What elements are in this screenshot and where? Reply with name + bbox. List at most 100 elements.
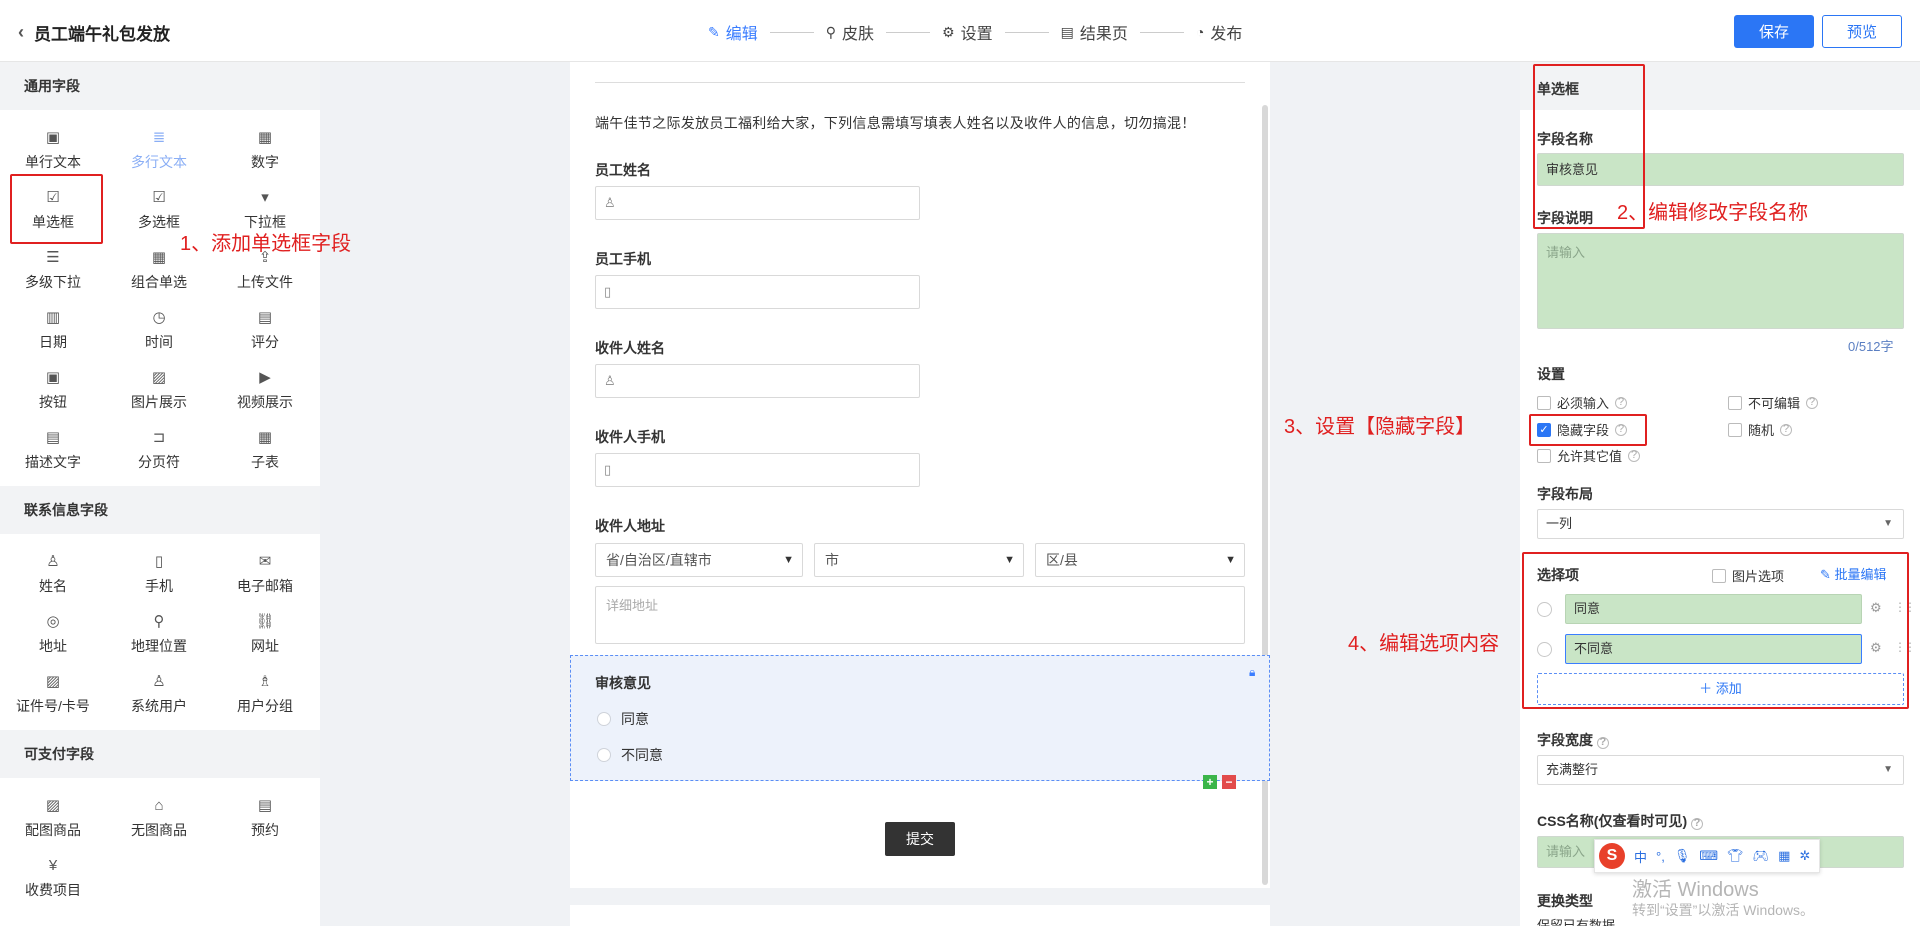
- tool-product-with-image[interactable]: ▨ 配图商品: [0, 788, 106, 848]
- tool-image-display[interactable]: ▨ 图片展示: [106, 360, 212, 420]
- width-label: 字段宽度 ?: [1537, 730, 1609, 750]
- help-icon[interactable]: ?: [1780, 423, 1793, 436]
- ime-toolbar[interactable]: S 中 °, 🎙︎ ⌨ 👕︎ 🎮︎ ▦ ✲: [1594, 839, 1820, 873]
- system-user-icon: ♙: [152, 673, 166, 690]
- tool-user-group[interactable]: ♗ 用户分组: [212, 664, 318, 724]
- tool-product-no-image[interactable]: ⌂ 无图商品: [106, 788, 212, 848]
- reservation-icon: ▤: [257, 797, 273, 814]
- microphone-icon[interactable]: 🎙︎: [1674, 848, 1691, 864]
- text-box-icon: ▣: [45, 129, 61, 146]
- step-divider: [1139, 31, 1184, 33]
- checkbox-box[interactable]: [1537, 395, 1551, 410]
- recipient-name-input[interactable]: ♙: [595, 364, 920, 398]
- employee-name-input[interactable]: ♙: [595, 186, 920, 220]
- radio-option-agree[interactable]: 同意: [597, 709, 649, 729]
- punctuation-icon[interactable]: °,: [1656, 849, 1665, 864]
- settings-label: 设置: [1537, 366, 1565, 382]
- remove-field-button[interactable]: −: [1222, 775, 1236, 789]
- calendar-icon: ▥: [45, 309, 61, 326]
- user-icon: ♙: [604, 195, 616, 210]
- user-icon: ♙: [46, 553, 60, 570]
- submit-button[interactable]: 提交: [885, 822, 955, 856]
- save-button[interactable]: 保存: [1734, 15, 1814, 48]
- tool-page-break[interactable]: ⊐ 分页符: [106, 420, 212, 480]
- section-title-payment: 可支付字段: [0, 730, 320, 778]
- tool-id-card[interactable]: ▨ 证件号/卡号: [0, 664, 106, 724]
- keyboard-icon[interactable]: ⌨: [1699, 848, 1718, 864]
- sogou-logo-icon: S: [1599, 843, 1625, 869]
- radio-circle[interactable]: [597, 748, 611, 762]
- tool-description-text[interactable]: ▤ 描述文字: [0, 420, 106, 480]
- link-icon: ⛓: [255, 613, 275, 630]
- checkbox-box[interactable]: [1728, 422, 1742, 437]
- field-desc-textarea[interactable]: 请输入: [1537, 233, 1904, 329]
- tool-url[interactable]: ⛓ 网址: [212, 604, 318, 664]
- step-settings[interactable]: ⚙ 设置: [942, 20, 993, 44]
- game-icon[interactable]: 🎮︎: [1753, 848, 1770, 864]
- top-bar: ‹ 员工端午礼包发放 ✎ 编辑 ⚲ 皮肤 ⚙ 设置 ▤ 结果页 ◔ 发布 保存 预览: [0, 0, 1920, 62]
- tool-phone[interactable]: ▯ 手机: [106, 544, 212, 604]
- help-icon[interactable]: ?: [1628, 449, 1641, 462]
- tool-multi-line-text[interactable]: ≣ 多行文本: [106, 120, 212, 180]
- step-divider: [886, 31, 931, 33]
- chevron-down-icon: ▼: [1225, 554, 1236, 566]
- back-link[interactable]: ‹ 员工端午礼包发放: [18, 20, 170, 45]
- district-select[interactable]: 区/县 ▼: [1035, 543, 1245, 577]
- lock-icon[interactable]: 🔒︎: [1249, 665, 1255, 680]
- help-icon[interactable]: ?: [1596, 736, 1609, 749]
- required-checkbox[interactable]: 必须输入?: [1537, 393, 1628, 412]
- layout-select[interactable]: 一列 ▼: [1537, 509, 1904, 539]
- radio-option-disagree[interactable]: 不同意: [597, 745, 663, 765]
- province-select[interactable]: 省/自治区/直辖市 ▼: [595, 543, 803, 577]
- help-icon[interactable]: ?: [1691, 817, 1704, 830]
- tool-number[interactable]: ▦ 数字: [212, 120, 318, 180]
- settings-icon[interactable]: ✲: [1799, 848, 1810, 864]
- radio-circle[interactable]: [597, 712, 611, 726]
- tool-video-display[interactable]: ▶ 视频展示: [212, 360, 318, 420]
- skin-icon[interactable]: 👕︎: [1727, 848, 1744, 864]
- address-detail-textarea[interactable]: 详细地址: [595, 586, 1245, 644]
- recipient-phone-input[interactable]: ▯: [595, 453, 920, 487]
- ime-language[interactable]: 中: [1634, 847, 1647, 866]
- step-publish[interactable]: ◔ 发布: [1196, 20, 1242, 44]
- tool-subtable[interactable]: ▦ 子表: [212, 420, 318, 480]
- tool-location[interactable]: ⚲ 地理位置: [106, 604, 212, 664]
- tool-rating[interactable]: ▤ 评分: [212, 300, 318, 360]
- tool-date[interactable]: ▥ 日期: [0, 300, 106, 360]
- help-icon[interactable]: ?: [1806, 396, 1819, 409]
- tool-fee-item[interactable]: ¥ 收费项目: [0, 848, 106, 908]
- step-skin[interactable]: ⚲ 皮肤: [826, 20, 874, 44]
- brush-icon: ⚲: [825, 23, 837, 40]
- user-group-icon: ♗: [258, 673, 272, 690]
- tool-time[interactable]: ◷ 时间: [106, 300, 212, 360]
- field-label-recipient-address: 收件人地址: [595, 518, 665, 534]
- tool-address[interactable]: ◎ 地址: [0, 604, 106, 664]
- field-label-recipient-name: 收件人姓名: [595, 340, 665, 356]
- step-edit[interactable]: ✎ 编辑: [708, 20, 758, 44]
- chevron-down-icon: ▼: [1004, 554, 1015, 566]
- section-title-general: 通用字段: [0, 62, 320, 110]
- tool-single-line-text[interactable]: ▣ 单行文本: [0, 120, 106, 180]
- tool-email[interactable]: ✉ 电子邮箱: [212, 544, 318, 604]
- add-field-button[interactable]: +: [1203, 775, 1217, 789]
- help-icon[interactable]: ?: [1615, 396, 1628, 409]
- selected-radio-field[interactable]: [570, 655, 1270, 781]
- tool-cascade-dropdown[interactable]: ☰ 多级下拉: [0, 240, 106, 300]
- city-select[interactable]: 市 ▼: [814, 543, 1024, 577]
- section-title-contact: 联系信息字段: [0, 486, 320, 534]
- readonly-checkbox[interactable]: 不可编辑?: [1728, 393, 1819, 412]
- tool-button[interactable]: ▣ 按钮: [0, 360, 106, 420]
- tool-reservation[interactable]: ▤ 预约: [212, 788, 318, 848]
- step-result[interactable]: ▤ 结果页: [1061, 20, 1128, 44]
- allow-other-checkbox[interactable]: 允许其它值?: [1537, 446, 1641, 465]
- activation-watermark-title: 激活 Windows: [1632, 879, 1759, 901]
- preview-button[interactable]: 预览: [1822, 15, 1902, 48]
- width-select[interactable]: 充满整行 ▼: [1537, 755, 1904, 785]
- tool-name[interactable]: ♙ 姓名: [0, 544, 106, 604]
- random-checkbox[interactable]: 随机?: [1728, 420, 1793, 439]
- checkbox-box[interactable]: [1537, 448, 1551, 463]
- checkbox-box[interactable]: [1728, 395, 1742, 410]
- employee-phone-input[interactable]: ▯: [595, 275, 920, 309]
- tool-system-user[interactable]: ♙ 系统用户: [106, 664, 212, 724]
- apps-icon[interactable]: ▦: [1778, 848, 1790, 864]
